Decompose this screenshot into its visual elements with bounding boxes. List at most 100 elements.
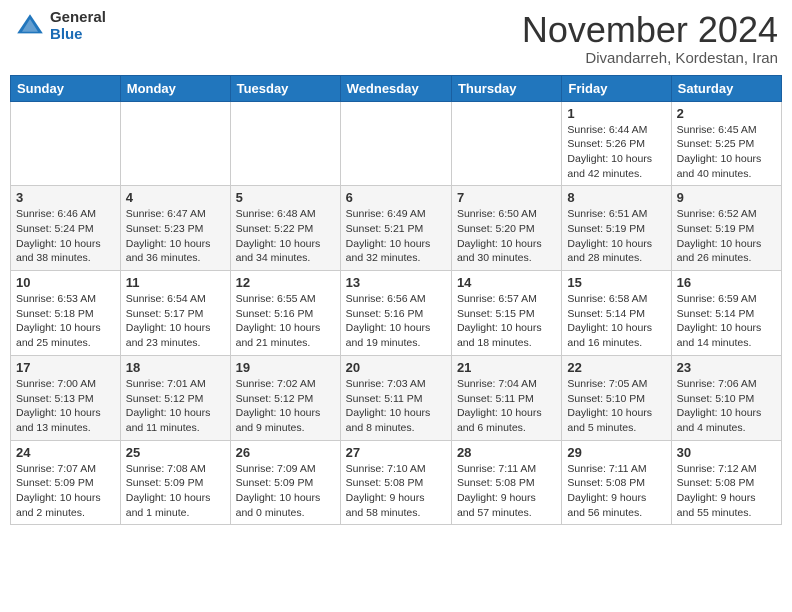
day-info: Sunrise: 6:48 AM Sunset: 5:22 PM Dayligh… [236, 207, 335, 266]
day-number: 11 [126, 275, 225, 290]
calendar-cell: 6 Sunrise: 6:49 AM Sunset: 5:21 PM Daylig… [340, 186, 451, 271]
calendar-week-row: 10 Sunrise: 6:53 AM Sunset: 5:18 PM Dayli… [11, 271, 782, 356]
calendar-cell: 15 Sunrise: 6:58 AM Sunset: 5:14 PM Dayli… [562, 271, 671, 356]
day-info: Sunrise: 7:11 AM Sunset: 5:08 PM Dayligh… [567, 462, 665, 521]
day-info: Sunrise: 6:51 AM Sunset: 5:19 PM Dayligh… [567, 207, 665, 266]
day-info: Sunrise: 7:08 AM Sunset: 5:09 PM Dayligh… [126, 462, 225, 521]
day-number: 9 [677, 190, 776, 205]
day-number: 17 [16, 360, 115, 375]
calendar-cell: 24 Sunrise: 7:07 AM Sunset: 5:09 PM Dayli… [11, 440, 121, 525]
title-block: November 2024 Divandarreh, Kordestan, Ir… [522, 10, 778, 67]
day-info: Sunrise: 7:03 AM Sunset: 5:11 PM Dayligh… [346, 377, 446, 436]
logo-icon [14, 11, 46, 43]
day-number: 2 [677, 106, 776, 121]
logo-text: General Blue [50, 10, 106, 43]
calendar-header-row: SundayMondayTuesdayWednesdayThursdayFrid… [11, 75, 782, 101]
weekday-header: Monday [120, 75, 230, 101]
logo: General Blue [14, 10, 106, 43]
calendar-cell: 20 Sunrise: 7:03 AM Sunset: 5:11 PM Dayli… [340, 355, 451, 440]
calendar-cell: 14 Sunrise: 6:57 AM Sunset: 5:15 PM Dayli… [451, 271, 561, 356]
calendar-week-row: 3 Sunrise: 6:46 AM Sunset: 5:24 PM Daylig… [11, 186, 782, 271]
day-number: 29 [567, 445, 665, 460]
day-info: Sunrise: 6:47 AM Sunset: 5:23 PM Dayligh… [126, 207, 225, 266]
calendar-cell: 4 Sunrise: 6:47 AM Sunset: 5:23 PM Daylig… [120, 186, 230, 271]
day-number: 20 [346, 360, 446, 375]
day-info: Sunrise: 7:10 AM Sunset: 5:08 PM Dayligh… [346, 462, 446, 521]
calendar-week-row: 17 Sunrise: 7:00 AM Sunset: 5:13 PM Dayli… [11, 355, 782, 440]
calendar-cell: 12 Sunrise: 6:55 AM Sunset: 5:16 PM Dayli… [230, 271, 340, 356]
day-info: Sunrise: 6:49 AM Sunset: 5:21 PM Dayligh… [346, 207, 446, 266]
day-number: 21 [457, 360, 556, 375]
day-number: 30 [677, 445, 776, 460]
day-info: Sunrise: 7:07 AM Sunset: 5:09 PM Dayligh… [16, 462, 115, 521]
day-info: Sunrise: 7:06 AM Sunset: 5:10 PM Dayligh… [677, 377, 776, 436]
day-number: 22 [567, 360, 665, 375]
calendar-cell: 22Sunrise: 7:05 AM Sunset: 5:10 PM Dayli… [562, 355, 671, 440]
day-number: 5 [236, 190, 335, 205]
calendar-cell: 26Sunrise: 7:09 AM Sunset: 5:09 PM Dayli… [230, 440, 340, 525]
day-info: Sunrise: 6:55 AM Sunset: 5:16 PM Dayligh… [236, 292, 335, 351]
day-number: 28 [457, 445, 556, 460]
day-info: Sunrise: 6:46 AM Sunset: 5:24 PM Dayligh… [16, 207, 115, 266]
day-number: 23 [677, 360, 776, 375]
day-number: 4 [126, 190, 225, 205]
day-number: 3 [16, 190, 115, 205]
calendar-cell: 18Sunrise: 7:01 AM Sunset: 5:12 PM Dayli… [120, 355, 230, 440]
day-info: Sunrise: 6:57 AM Sunset: 5:15 PM Dayligh… [457, 292, 556, 351]
calendar-week-row: 1Sunrise: 6:44 AM Sunset: 5:26 PM Daylig… [11, 101, 782, 186]
day-number: 15 [567, 275, 665, 290]
day-info: Sunrise: 6:52 AM Sunset: 5:19 PM Dayligh… [677, 207, 776, 266]
calendar-cell: 27 Sunrise: 7:10 AM Sunset: 5:08 PM Dayli… [340, 440, 451, 525]
calendar-cell: 3 Sunrise: 6:46 AM Sunset: 5:24 PM Daylig… [11, 186, 121, 271]
page-header: General Blue November 2024 Divandarreh, … [10, 10, 782, 67]
calendar-week-row: 24 Sunrise: 7:07 AM Sunset: 5:09 PM Dayli… [11, 440, 782, 525]
calendar-cell: 5 Sunrise: 6:48 AM Sunset: 5:22 PM Daylig… [230, 186, 340, 271]
day-number: 7 [457, 190, 556, 205]
day-number: 8 [567, 190, 665, 205]
day-number: 16 [677, 275, 776, 290]
day-number: 10 [16, 275, 115, 290]
day-number: 13 [346, 275, 446, 290]
day-info: Sunrise: 7:00 AM Sunset: 5:13 PM Dayligh… [16, 377, 115, 436]
weekday-header: Friday [562, 75, 671, 101]
day-info: Sunrise: 6:53 AM Sunset: 5:18 PM Dayligh… [16, 292, 115, 351]
calendar-cell [230, 101, 340, 186]
calendar-cell: 28 Sunrise: 7:11 AM Sunset: 5:08 PM Dayli… [451, 440, 561, 525]
weekday-header: Wednesday [340, 75, 451, 101]
weekday-header: Tuesday [230, 75, 340, 101]
calendar-cell: 7 Sunrise: 6:50 AM Sunset: 5:20 PM Daylig… [451, 186, 561, 271]
calendar-cell: 13Sunrise: 6:56 AM Sunset: 5:16 PM Dayli… [340, 271, 451, 356]
day-info: Sunrise: 6:59 AM Sunset: 5:14 PM Dayligh… [677, 292, 776, 351]
day-number: 14 [457, 275, 556, 290]
calendar-cell: 2 Sunrise: 6:45 AM Sunset: 5:25 PM Daylig… [671, 101, 781, 186]
day-number: 25 [126, 445, 225, 460]
month-title: November 2024 [522, 10, 778, 50]
day-number: 6 [346, 190, 446, 205]
calendar-cell: 16 Sunrise: 6:59 AM Sunset: 5:14 PM Dayli… [671, 271, 781, 356]
calendar-cell [340, 101, 451, 186]
calendar-cell: 17 Sunrise: 7:00 AM Sunset: 5:13 PM Dayli… [11, 355, 121, 440]
day-number: 12 [236, 275, 335, 290]
calendar-cell [11, 101, 121, 186]
day-info: Sunrise: 7:12 AM Sunset: 5:08 PM Dayligh… [677, 462, 776, 521]
day-info: Sunrise: 6:54 AM Sunset: 5:17 PM Dayligh… [126, 292, 225, 351]
day-info: Sunrise: 7:11 AM Sunset: 5:08 PM Dayligh… [457, 462, 556, 521]
calendar-cell: 8 Sunrise: 6:51 AM Sunset: 5:19 PM Daylig… [562, 186, 671, 271]
weekday-header: Thursday [451, 75, 561, 101]
weekday-header: Saturday [671, 75, 781, 101]
day-info: Sunrise: 7:01 AM Sunset: 5:12 PM Dayligh… [126, 377, 225, 436]
day-info: Sunrise: 6:50 AM Sunset: 5:20 PM Dayligh… [457, 207, 556, 266]
day-number: 19 [236, 360, 335, 375]
day-info: Sunrise: 6:45 AM Sunset: 5:25 PM Dayligh… [677, 123, 776, 182]
logo-general: General [50, 10, 106, 27]
calendar-cell [451, 101, 561, 186]
calendar-cell: 30 Sunrise: 7:12 AM Sunset: 5:08 PM Dayli… [671, 440, 781, 525]
day-number: 24 [16, 445, 115, 460]
day-number: 27 [346, 445, 446, 460]
day-info: Sunrise: 7:02 AM Sunset: 5:12 PM Dayligh… [236, 377, 335, 436]
logo-blue: Blue [50, 27, 106, 44]
weekday-header: Sunday [11, 75, 121, 101]
calendar-cell: 19 Sunrise: 7:02 AM Sunset: 5:12 PM Dayli… [230, 355, 340, 440]
calendar-cell: 25 Sunrise: 7:08 AM Sunset: 5:09 PM Dayli… [120, 440, 230, 525]
day-info: Sunrise: 6:58 AM Sunset: 5:14 PM Dayligh… [567, 292, 665, 351]
